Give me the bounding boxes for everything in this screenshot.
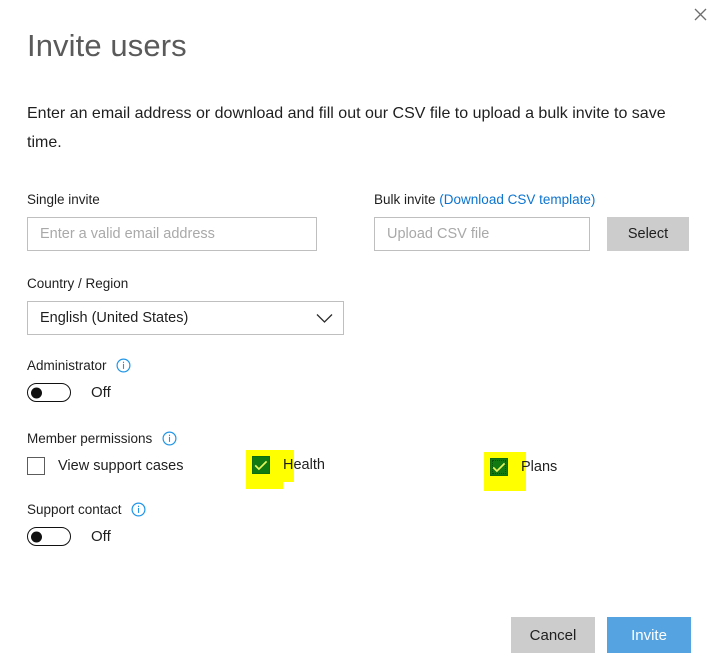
info-icon[interactable] — [131, 502, 146, 517]
checkbox-health[interactable]: Health — [246, 450, 325, 474]
checkbox-health-highlight: Health — [246, 450, 325, 489]
upload-csv-input[interactable] — [374, 217, 590, 251]
country-region-selected-value: English (United States) — [40, 310, 189, 326]
support-contact-toggle-state: Off — [91, 528, 111, 545]
close-icon — [694, 8, 706, 20]
administrator-label: Administrator — [27, 357, 131, 375]
checkbox-box[interactable] — [252, 456, 270, 474]
administrator-toggle-row: Off — [27, 383, 111, 402]
single-invite-label: Single invite — [27, 192, 100, 207]
dialog-description: Enter an email address or download and f… — [27, 105, 666, 151]
info-icon[interactable] — [116, 358, 131, 373]
invite-users-dialog: Invite users Enter an email address or d… — [0, 0, 717, 664]
page-title: Invite users — [27, 28, 187, 63]
country-region-label: Country / Region — [27, 276, 129, 291]
support-contact-label-text: Support contact — [27, 502, 122, 517]
chevron-down-icon — [316, 313, 333, 323]
support-contact-toggle[interactable] — [27, 527, 71, 546]
checkbox-plans[interactable]: Plans — [484, 452, 557, 476]
bulk-invite-label-text: Bulk invite — [374, 192, 436, 207]
support-contact-toggle-row: Off — [27, 527, 111, 546]
single-invite-input[interactable] — [27, 217, 317, 251]
checkbox-box[interactable] — [27, 457, 45, 475]
highlight-rect — [484, 484, 526, 491]
select-file-button[interactable]: Select — [607, 217, 689, 251]
highlight-rect — [246, 482, 283, 489]
toggle-knob — [31, 387, 42, 398]
member-permissions-label-text: Member permissions — [27, 431, 153, 446]
country-region-select[interactable]: English (United States) — [27, 301, 344, 335]
support-contact-label: Support contact — [27, 501, 146, 519]
toggle-knob — [31, 531, 42, 542]
checkbox-label: Plans — [521, 459, 558, 475]
check-icon — [492, 462, 506, 472]
check-icon — [254, 460, 268, 470]
invite-button[interactable]: Invite — [607, 617, 691, 653]
administrator-toggle[interactable] — [27, 383, 71, 402]
download-csv-template-link[interactable]: (Download CSV template) — [439, 192, 595, 207]
administrator-label-text: Administrator — [27, 358, 107, 373]
administrator-toggle-state: Off — [91, 384, 111, 401]
checkbox-plans-highlight: Plans — [484, 452, 557, 491]
info-icon[interactable] — [162, 431, 177, 446]
member-permissions-label: Member permissions — [27, 430, 177, 448]
cancel-button[interactable]: Cancel — [511, 617, 595, 653]
checkbox-label: Health — [283, 457, 325, 473]
bulk-invite-label: Bulk invite (Download CSV template) — [374, 191, 595, 209]
checkbox-view-support-cases[interactable]: View support cases — [27, 457, 183, 475]
checkbox-label: View support cases — [58, 458, 184, 474]
checkbox-box[interactable] — [490, 458, 508, 476]
close-button[interactable] — [685, 0, 715, 28]
